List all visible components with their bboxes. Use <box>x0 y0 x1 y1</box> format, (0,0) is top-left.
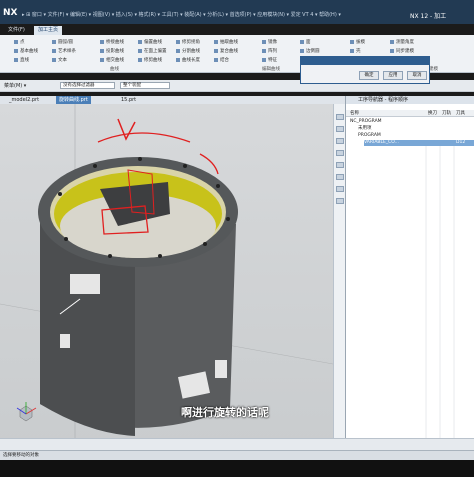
tree-row-unused[interactable]: 未用项 <box>358 126 372 132</box>
ribbon-item[interactable]: 艺术样条 <box>52 48 76 54</box>
navigator-icon[interactable] <box>336 114 344 120</box>
ribbon-item[interactable]: 边倒圆 <box>300 48 320 54</box>
graphics-viewport[interactable] <box>0 104 333 450</box>
reuse-library-icon[interactable] <box>336 150 344 156</box>
ribbon-item[interactable]: 修剪曲线 <box>138 57 162 63</box>
bottom-toolbar <box>0 438 474 450</box>
operation-navigator: 工序导航器 - 程序顺序 名称 换刀 刀轨 刀具 NC_PROGRAM 未用项 … <box>345 96 474 450</box>
ribbon-item[interactable]: 特征 <box>262 57 277 63</box>
side-slot-3 <box>215 360 227 378</box>
roles-icon[interactable] <box>336 174 344 180</box>
part-model[interactable] <box>0 104 333 450</box>
col-tool[interactable]: 刀具 <box>456 110 465 117</box>
app-title: NX 12 - 加工 <box>410 13 447 20</box>
group-edit-curve: 编辑曲线 <box>262 67 280 72</box>
video-subtitle: 啊进行旋转的话呢 <box>181 406 269 419</box>
ribbon-item[interactable]: 偏置曲线 <box>138 39 162 45</box>
status-bar: 选择要移动的对象 <box>0 450 474 460</box>
side-slot-1 <box>70 274 100 294</box>
side-slot-4 <box>60 334 70 348</box>
view-triad[interactable] <box>16 402 37 422</box>
scope-select[interactable]: 整个装配 <box>120 82 170 89</box>
ribbon-item[interactable]: 相交曲线 <box>100 57 124 63</box>
filter-select[interactable]: 没有选择过滤器 <box>60 82 115 89</box>
dialog-title[interactable] <box>301 57 429 65</box>
ribbon-item[interactable]: 圆弧/圆 <box>52 39 73 45</box>
history-icon[interactable] <box>336 162 344 168</box>
menu-button[interactable]: 菜单(M) ▾ <box>4 82 26 89</box>
ribbon-item[interactable]: 测量角度 <box>390 39 414 45</box>
ribbon-item[interactable]: 文本 <box>52 57 67 63</box>
ribbon-item[interactable]: 同步建模 <box>390 48 414 54</box>
document-tabs: _model2.prt 旋转曲线.prt 15.prt <box>0 96 345 104</box>
ribbon-item[interactable]: 曲线长度 <box>176 57 200 63</box>
col-name[interactable]: 名称 <box>350 110 359 117</box>
tree-row-nc-program[interactable]: NC_PROGRAM <box>350 119 382 125</box>
cancel-button[interactable]: 取消 <box>407 71 427 80</box>
tab-file[interactable]: 文件(F) <box>4 26 29 35</box>
operation-name: VARIABLE_CO... <box>364 140 399 145</box>
ribbon-item[interactable]: 镜像 <box>262 39 277 45</box>
tab-manufacturing-home[interactable]: 加工主页 <box>34 26 63 35</box>
quick-access-menu[interactable]: ▸ ⊞ 窗口 ▾ 文件(F) ▾ 编辑(E) ▾ 视图(V) ▾ 插入(S) ▾… <box>22 11 341 18</box>
palette-icon[interactable] <box>336 198 344 204</box>
col-path[interactable]: 刀轨 <box>442 110 451 117</box>
assembly-navigator-icon[interactable] <box>336 138 344 144</box>
ribbon-item[interactable]: 点 <box>14 39 25 45</box>
tree-row-program[interactable]: PROGRAM <box>358 133 381 139</box>
ribbon-item[interactable]: 结合 <box>214 57 229 63</box>
ribbon-item[interactable]: 壳 <box>350 48 361 54</box>
resource-bar <box>333 104 345 450</box>
red-arc <box>97 132 191 143</box>
letterbox-bottom <box>0 460 474 477</box>
ribbon-item[interactable]: 面 <box>300 39 311 45</box>
group-curve: 曲线 <box>110 67 119 72</box>
ribbon-item[interactable]: 投影曲线 <box>100 48 124 54</box>
apply-button[interactable]: 应用 <box>383 71 403 80</box>
ribbon-item[interactable]: 桥接曲线 <box>100 39 124 45</box>
ribbon-tabs: 文件(F) 加工主页 <box>0 26 474 35</box>
ribbon-item[interactable]: 抽取曲线 <box>214 39 238 45</box>
ribbon-item[interactable]: 阵列 <box>262 48 277 54</box>
navigator-header: 名称 换刀 刀轨 刀具 <box>346 110 474 117</box>
ribbon-item[interactable]: 在面上偏置 <box>138 48 167 54</box>
title-bar: NX ▸ ⊞ 窗口 ▾ 文件(F) ▾ 编辑(E) ▾ 视图(V) ▾ 插入(S… <box>0 0 474 24</box>
ribbon-item[interactable]: 复合曲线 <box>214 48 238 54</box>
ok-button[interactable]: 确定 <box>359 71 379 80</box>
doc-tab-15[interactable]: 15.prt <box>118 96 139 104</box>
navigator-title: 工序导航器 - 程序顺序 <box>346 96 474 104</box>
col-tool-change[interactable]: 换刀 <box>428 110 437 117</box>
part-navigator-icon[interactable] <box>336 126 344 132</box>
web-browser-icon[interactable] <box>336 186 344 192</box>
ribbon-item[interactable]: 分割曲线 <box>176 48 200 54</box>
doc-tab-model2[interactable]: _model2.prt <box>6 96 42 104</box>
nx-logo: NX <box>3 8 18 18</box>
ribbon-item[interactable]: 直线 <box>14 57 29 63</box>
dialog: 确定 应用 取消 <box>300 56 430 84</box>
ribbon-item[interactable]: 修剪拐角 <box>176 39 200 45</box>
ribbon-item[interactable]: 基本曲线 <box>14 48 38 54</box>
ribbon-item[interactable]: 拔模 <box>350 39 365 45</box>
red-arrow-1 <box>117 118 136 141</box>
doc-tab-rotate-curve[interactable]: 旋转曲线.prt <box>56 96 91 104</box>
navigator-grid <box>425 146 455 446</box>
